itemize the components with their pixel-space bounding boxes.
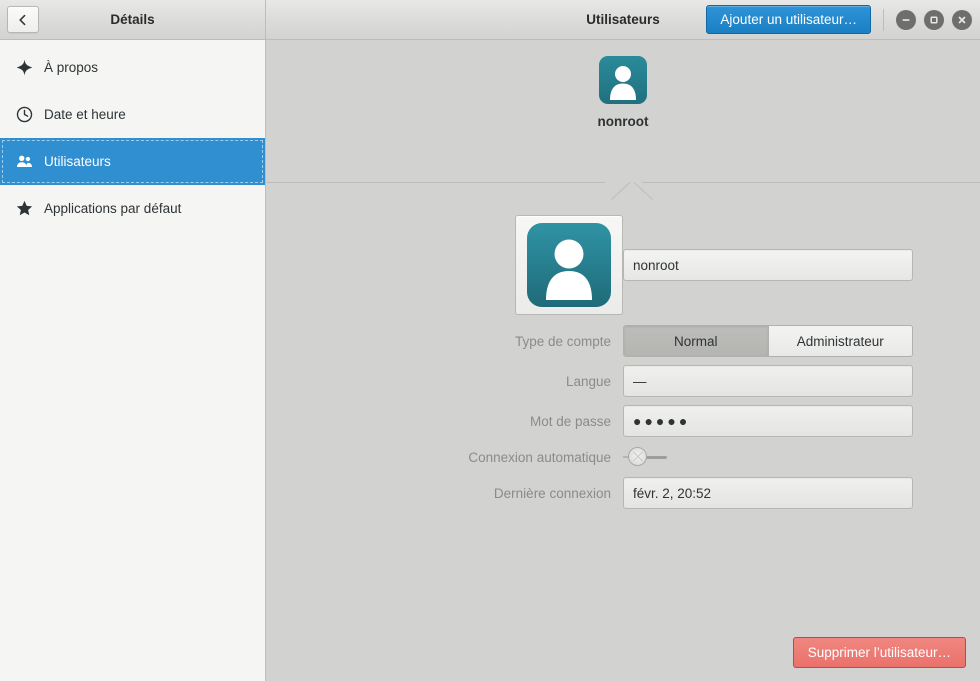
sidebar-item-label: Utilisateurs bbox=[44, 154, 111, 169]
close-icon bbox=[956, 14, 968, 26]
header-right-pane: Utilisateurs Ajouter un utilisateur… bbox=[266, 0, 980, 39]
password-dots: ●●●●● bbox=[633, 413, 691, 429]
header-bar: Détails Utilisateurs Ajouter un utilisat… bbox=[0, 0, 980, 40]
user-card-label: nonroot bbox=[597, 114, 649, 129]
maximize-icon bbox=[928, 14, 940, 26]
row-account-type: Type de compte Normal Administrateur bbox=[266, 325, 980, 357]
sidebar-item-label: Date et heure bbox=[44, 107, 126, 122]
row-avatar-name: nonroot bbox=[266, 215, 980, 315]
account-type-option-normal[interactable]: Normal bbox=[624, 326, 768, 356]
sidebar-item-about[interactable]: À propos bbox=[0, 44, 265, 91]
content-pane: nonroot nonroot Type de compte Normal Ad… bbox=[266, 40, 980, 681]
row-auto-login: Connexion automatique bbox=[266, 445, 980, 469]
close-button[interactable] bbox=[952, 9, 972, 30]
password-label: Mot de passe bbox=[529, 413, 611, 429]
header-actions: Ajouter un utilisateur… bbox=[706, 5, 972, 34]
back-button[interactable] bbox=[7, 6, 39, 33]
last-login-value[interactable]: févr. 2, 20:52 bbox=[623, 477, 913, 509]
sidebar-item-datetime[interactable]: Date et heure bbox=[0, 91, 265, 138]
account-type-option-administrator[interactable]: Administrateur bbox=[767, 326, 912, 356]
row-language: Langue — bbox=[266, 365, 980, 397]
user-card-nonroot[interactable]: nonroot bbox=[597, 56, 649, 129]
password-value[interactable]: ●●●●● bbox=[623, 405, 913, 437]
row-password: Mot de passe ●●●●● bbox=[266, 405, 980, 437]
sidebar: À propos Date et heure Utilisateurs Appl… bbox=[0, 40, 266, 681]
change-avatar-button[interactable] bbox=[515, 215, 623, 315]
sidebar-item-label: Applications par défaut bbox=[44, 201, 182, 216]
panel-title-left: Détails bbox=[110, 12, 155, 27]
people-icon bbox=[12, 153, 36, 170]
sidebar-item-default-apps[interactable]: Applications par défaut bbox=[0, 185, 265, 232]
header-left-pane: Détails bbox=[0, 0, 266, 39]
last-login-label: Dernière connexion bbox=[493, 485, 611, 501]
minimize-icon bbox=[900, 14, 912, 26]
user-avatar-icon bbox=[598, 56, 647, 104]
minimize-button[interactable] bbox=[896, 9, 916, 30]
add-user-button[interactable]: Ajouter un utilisateur… bbox=[706, 5, 871, 34]
window-controls bbox=[896, 9, 972, 30]
settings-window: Détails Utilisateurs Ajouter un utilisat… bbox=[0, 0, 980, 681]
delete-user-button[interactable]: Supprimer l’utilisateur… bbox=[792, 637, 966, 668]
window-body: À propos Date et heure Utilisateurs Appl… bbox=[0, 40, 980, 681]
full-name-input[interactable]: nonroot bbox=[623, 249, 913, 281]
sparkle-icon bbox=[12, 59, 36, 76]
language-value[interactable]: — bbox=[623, 365, 913, 397]
clock-icon bbox=[12, 106, 36, 123]
sidebar-item-users[interactable]: Utilisateurs bbox=[0, 138, 265, 185]
maximize-button[interactable] bbox=[924, 9, 944, 30]
account-type-toggle[interactable]: Normal Administrateur bbox=[623, 325, 913, 357]
user-details-form: nonroot Type de compte Normal Administra… bbox=[266, 215, 980, 517]
user-avatar-icon bbox=[527, 223, 611, 307]
chevron-left-icon bbox=[17, 14, 29, 26]
account-type-label: Type de compte bbox=[514, 333, 611, 349]
header-divider bbox=[883, 8, 884, 31]
user-details-pane: nonroot Type de compte Normal Administra… bbox=[266, 183, 980, 681]
delete-user-row: Supprimer l’utilisateur… bbox=[792, 637, 966, 668]
user-carousel: nonroot bbox=[266, 40, 980, 182]
auto-login-switch[interactable] bbox=[623, 445, 669, 469]
sidebar-item-label: À propos bbox=[44, 60, 99, 75]
star-icon bbox=[12, 200, 36, 217]
row-last-login: Dernière connexion févr. 2, 20:52 bbox=[266, 477, 980, 509]
auto-login-label: Connexion automatique bbox=[468, 449, 611, 465]
language-label: Langue bbox=[565, 373, 611, 389]
